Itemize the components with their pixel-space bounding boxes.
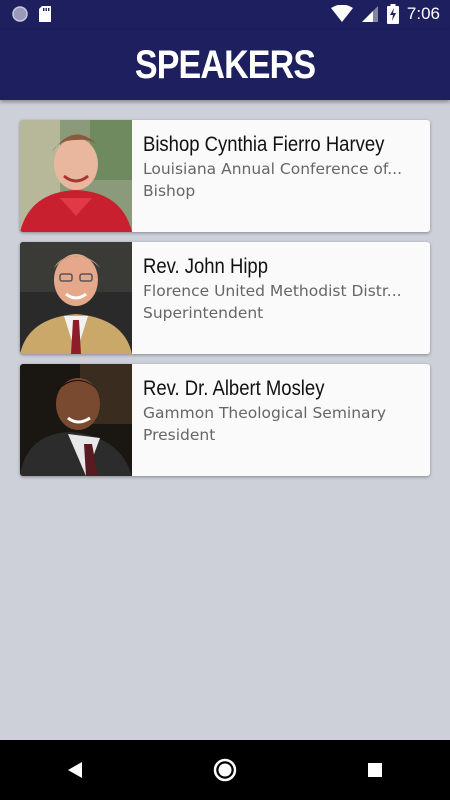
speaker-name: Rev. John Hipp bbox=[143, 255, 268, 278]
home-button[interactable] bbox=[205, 750, 245, 790]
speaker-role: President bbox=[143, 426, 216, 444]
recents-button[interactable] bbox=[355, 750, 395, 790]
cell-signal-icon bbox=[361, 6, 378, 22]
sd-card-icon bbox=[39, 6, 51, 22]
speaker-photo bbox=[20, 120, 132, 232]
speaker-role: Superintendent bbox=[143, 304, 264, 322]
system-nav-bar bbox=[0, 740, 450, 800]
speaker-card[interactable]: Bishop Cynthia Fierro Harvey Louisiana A… bbox=[20, 120, 430, 232]
status-time: 7:06 bbox=[406, 4, 440, 23]
speaker-role: Bishop bbox=[143, 182, 196, 200]
notification-dot-icon bbox=[12, 6, 28, 22]
app-header: SPEAKERS bbox=[0, 30, 450, 100]
battery-charging-icon bbox=[386, 4, 399, 24]
wifi-icon bbox=[330, 5, 353, 22]
back-button[interactable] bbox=[55, 750, 95, 790]
page-title: SPEAKERS bbox=[134, 42, 316, 87]
speaker-organization: Florence United Methodist Distr... bbox=[143, 282, 402, 300]
speaker-list: Bishop Cynthia Fierro Harvey Louisiana A… bbox=[20, 120, 430, 486]
recents-square-icon bbox=[368, 763, 382, 777]
speaker-photo bbox=[20, 242, 132, 354]
speaker-name: Bishop Cynthia Fierro Harvey bbox=[143, 133, 385, 156]
speaker-organization: Gammon Theological Seminary bbox=[143, 404, 387, 422]
back-triangle-icon bbox=[68, 762, 82, 778]
speaker-card[interactable]: Rev. John Hipp Florence United Methodist… bbox=[20, 242, 430, 354]
speaker-name: Rev. Dr. Albert Mosley bbox=[143, 377, 325, 400]
speaker-card[interactable]: Rev. Dr. Albert Mosley Gammon Theologica… bbox=[20, 364, 430, 476]
status-bar: 7:06 bbox=[0, 0, 450, 30]
speaker-organization: Louisiana Annual Conference of... bbox=[143, 160, 403, 178]
home-circle-icon bbox=[213, 758, 237, 782]
speaker-photo bbox=[20, 364, 132, 476]
